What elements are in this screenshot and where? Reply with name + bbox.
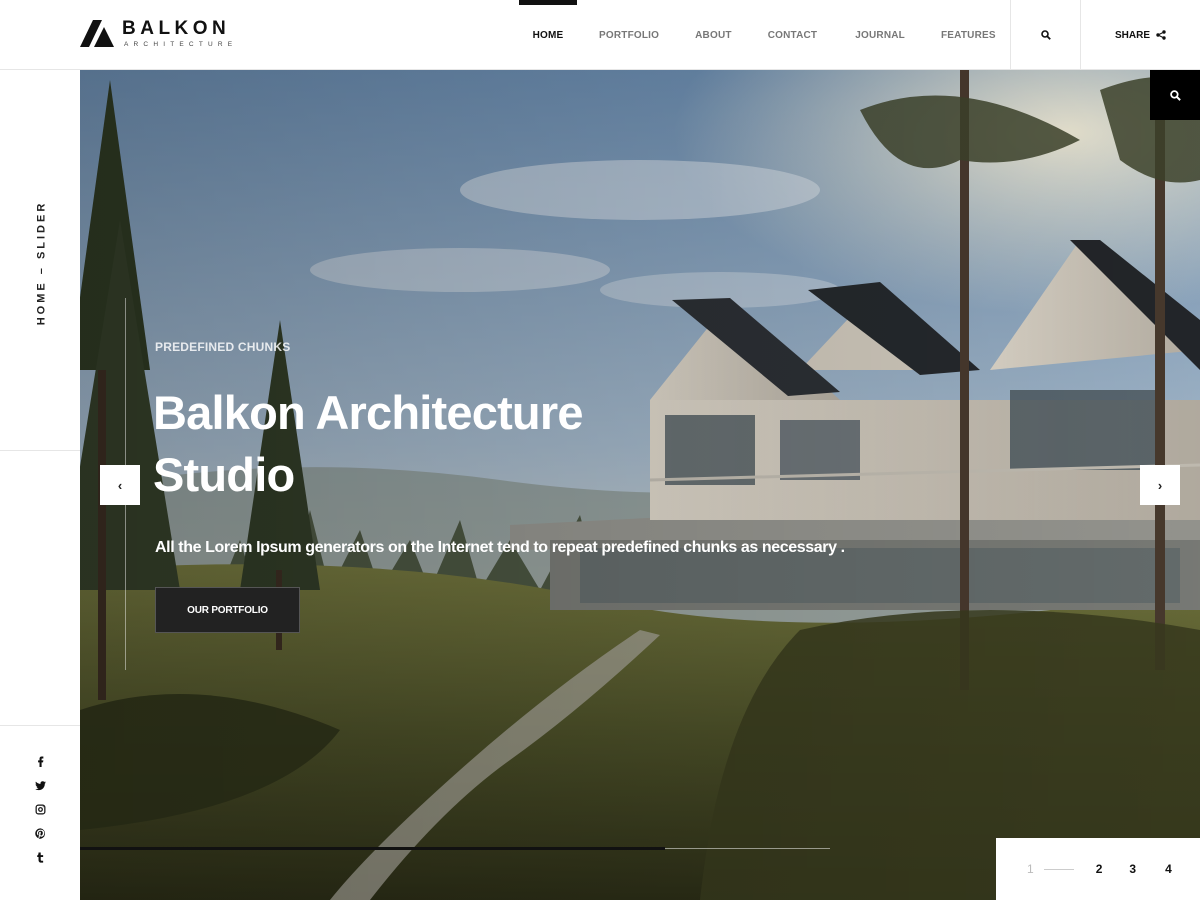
- hero-search-button[interactable]: [1150, 70, 1200, 120]
- nav-item-contact[interactable]: CONTACT: [768, 0, 818, 70]
- page-2[interactable]: 2: [1096, 862, 1103, 876]
- share-label: SHARE: [1114, 29, 1150, 41]
- brand-logo[interactable]: BALKON ARCHITECTURE: [80, 18, 237, 49]
- nav-item-home[interactable]: HOME: [519, 0, 577, 70]
- left-sidebar: HOME – SLIDER: [0, 70, 80, 900]
- chevron-right-icon: ›: [1157, 477, 1163, 493]
- tumblr-link[interactable]: [32, 849, 48, 865]
- brand-tagline: ARCHITECTURE: [124, 41, 238, 48]
- logo-mark-icon: [80, 20, 114, 47]
- share-icon: [1156, 30, 1166, 40]
- nav-item-portfolio[interactable]: PORTFOLIO: [599, 0, 659, 70]
- sidebar-divider: [0, 725, 80, 726]
- slide-description: All the Lorem Ipsum generators on the In…: [155, 539, 845, 556]
- our-portfolio-button[interactable]: OUR PORTFOLIO: [155, 587, 300, 633]
- header-search-button[interactable]: [1010, 0, 1080, 70]
- twitter-icon: [34, 780, 46, 790]
- page-4[interactable]: 4: [1165, 862, 1172, 876]
- twitter-link[interactable]: [32, 777, 48, 793]
- search-icon: [1040, 30, 1051, 40]
- instagram-link[interactable]: [32, 801, 48, 817]
- instagram-icon: [35, 804, 45, 814]
- page-label: HOME – SLIDER: [35, 200, 48, 326]
- brand-name: BALKON: [122, 18, 231, 39]
- tumblr-icon: [36, 852, 43, 863]
- nav-item-journal[interactable]: JOURNAL: [855, 0, 905, 70]
- chevron-left-icon: ‹: [117, 477, 123, 493]
- site-header: BALKON ARCHITECTURE HOME PORTFOLIO ABOUT…: [0, 0, 1200, 70]
- page-3[interactable]: 3: [1129, 862, 1136, 876]
- search-icon: [1169, 89, 1181, 101]
- slide-title: Balkon Architecture Studio: [153, 386, 583, 501]
- social-links: [28, 753, 52, 865]
- slide-eyebrow: PREDEFINED CHUNKS: [155, 340, 291, 354]
- hero-slider: ‹ › PREDEFINED CHUNKS Balkon Architectur…: [80, 70, 1200, 900]
- pinterest-icon: [34, 827, 45, 839]
- slide-progress-bar: [80, 847, 665, 850]
- sidebar-divider: [0, 450, 80, 451]
- active-page-line: [1043, 868, 1074, 870]
- slider-next-button[interactable]: ›: [1140, 465, 1180, 505]
- main-nav: HOME PORTFOLIO ABOUT CONTACT JOURNAL FEA…: [519, 0, 996, 70]
- slide-pagination: 1 2 3 4: [996, 838, 1200, 900]
- share-button[interactable]: SHARE: [1080, 0, 1200, 70]
- facebook-link[interactable]: [32, 753, 48, 769]
- pinterest-link[interactable]: [32, 825, 48, 841]
- facebook-icon: [37, 756, 43, 767]
- page-1[interactable]: 1: [1027, 862, 1034, 876]
- nav-item-about[interactable]: ABOUT: [695, 0, 732, 70]
- slider-prev-button[interactable]: ‹: [100, 465, 140, 505]
- nav-item-features[interactable]: FEATURES: [941, 0, 996, 70]
